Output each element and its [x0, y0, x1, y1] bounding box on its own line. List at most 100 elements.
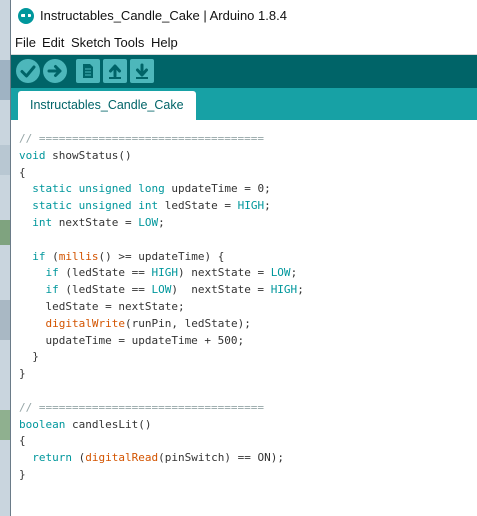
arduino-window: Instructables_Candle_Cake | Arduino 1.8.… [10, 0, 477, 516]
new-button[interactable] [76, 59, 100, 83]
code-token: updateTime = 0; [164, 182, 271, 196]
verify-button[interactable] [16, 59, 40, 83]
arrow-right-icon [47, 65, 62, 77]
code-keyword: static [32, 199, 72, 213]
code-line: static unsigned long updateTime = 0; [19, 181, 304, 198]
menu-edit[interactable]: Edit [42, 35, 64, 50]
code-line: } [19, 467, 304, 484]
code-token: nextState = [52, 215, 139, 229]
code-token: ) nextState = [177, 266, 271, 280]
code-line: { [19, 165, 304, 182]
code-keyword: return [32, 451, 72, 465]
code-token: (ledState == [58, 283, 152, 297]
menu-file[interactable]: File [15, 35, 36, 50]
code-keyword: HIGH [270, 283, 298, 297]
code-comment: // ================================== [19, 400, 265, 414]
code-keyword: HIGH [151, 266, 178, 280]
code-keyword: unsigned [78, 182, 132, 196]
code-token: candlesLit() [65, 417, 152, 431]
code-keyword: if [45, 283, 59, 297]
code-line: if (millis() >= updateTime) { [19, 249, 304, 266]
code-keyword: unsigned [78, 199, 132, 213]
arrow-up-icon [109, 64, 121, 79]
tab-sketch[interactable]: Instructables_Candle_Cake [18, 91, 196, 120]
code-keyword: boolean [19, 417, 66, 431]
code-token: ; [297, 283, 304, 297]
code-line: { [19, 433, 304, 450]
code-line: if (ledState == HIGH) nextState = LOW; [19, 265, 304, 282]
code-token: ) nextState = [171, 283, 271, 297]
code-keyword: int [138, 199, 159, 213]
code-token: updateTime = updateTime + 500; [19, 333, 245, 347]
code-line: } [19, 349, 304, 366]
code-line: void showStatus() [19, 148, 304, 165]
upload-button[interactable] [43, 59, 67, 83]
menu-bar: File Edit Sketch Tools Help [11, 32, 477, 55]
code-token: { [19, 434, 26, 448]
code-keyword: HIGH [237, 199, 265, 213]
open-button[interactable] [103, 59, 127, 83]
code-line: digitalWrite(runPin, ledState); [19, 316, 304, 333]
code-keyword: LOW [270, 266, 291, 280]
code-token: ; [158, 215, 165, 229]
code-line: boolean candlesLit() [19, 417, 304, 434]
tab-strip: Instructables_Candle_Cake [11, 88, 477, 120]
code-text: // ================================== voi… [19, 131, 304, 484]
code-keyword: if [32, 249, 46, 263]
code-token: ledState = [158, 199, 238, 213]
code-token: ( [45, 249, 59, 263]
window-title: Instructables_Candle_Cake | Arduino 1.8.… [40, 8, 287, 23]
code-keyword: LOW [151, 283, 172, 297]
code-token: } [19, 350, 39, 364]
code-token: ( [72, 451, 86, 465]
code-line: if (ledState == LOW) nextState = HIGH; [19, 282, 304, 299]
code-comment: // ================================== [19, 132, 265, 145]
code-keyword: int [32, 215, 53, 229]
check-icon [20, 65, 36, 78]
code-line: updateTime = updateTime + 500; [19, 333, 304, 350]
code-token: showStatus() [45, 148, 132, 162]
code-line: } [19, 366, 304, 383]
code-line: int nextState = LOW; [19, 215, 304, 232]
arduino-logo-icon [18, 8, 34, 24]
title-bar: Instructables_Candle_Cake | Arduino 1.8.… [11, 0, 477, 32]
code-token: ; [290, 266, 298, 280]
menu-help[interactable]: Help [151, 35, 178, 50]
code-token: (ledState == [58, 266, 152, 280]
code-token: } [19, 367, 26, 381]
code-line: static unsigned int ledState = HIGH; [19, 198, 304, 215]
code-token: { [19, 165, 26, 179]
code-keyword: void [19, 148, 46, 162]
code-line: ledState = nextState; [19, 299, 304, 316]
new-file-icon [83, 64, 93, 78]
code-keyword: long [138, 182, 165, 196]
code-token: () >= updateTime) { [98, 249, 225, 263]
menu-sketch[interactable]: Sketch [71, 35, 111, 50]
code-line: return (digitalRead(pinSwitch) == ON); [19, 450, 304, 467]
code-token: (pinSwitch) == ON); [158, 451, 284, 465]
toolbar [11, 55, 477, 88]
code-token: } [19, 467, 26, 481]
arrow-down-icon [136, 63, 148, 79]
menu-tools[interactable]: Tools [114, 35, 144, 50]
code-function: digitalWrite [45, 316, 125, 330]
code-function: digitalRead [85, 451, 159, 465]
code-token: ; [264, 199, 271, 213]
code-editor[interactable]: // ================================== voi… [11, 120, 477, 516]
code-keyword: if [45, 266, 59, 280]
save-button[interactable] [130, 59, 154, 83]
code-token: ledState = nextState; [19, 299, 185, 313]
code-keyword: static [32, 182, 72, 196]
code-line: // ================================== [19, 131, 304, 148]
